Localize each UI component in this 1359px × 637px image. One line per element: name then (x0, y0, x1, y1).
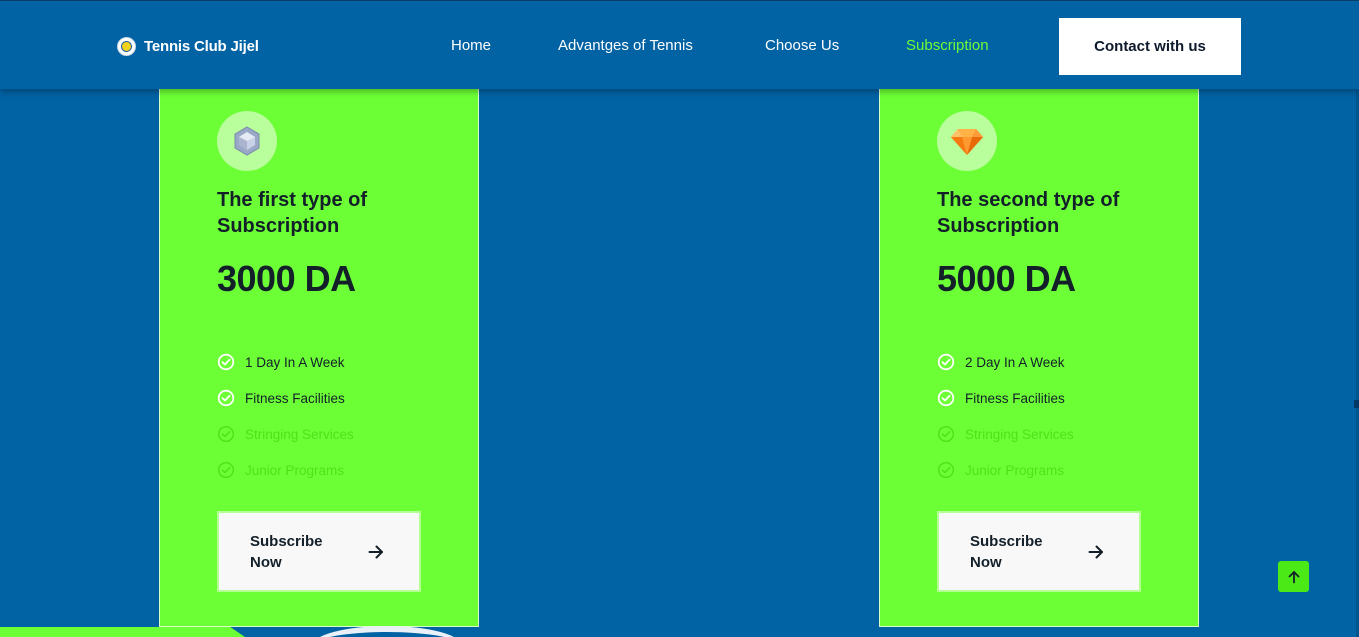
check-circle-icon (217, 389, 235, 407)
scroll-to-top-button[interactable] (1278, 561, 1309, 592)
check-circle-icon (217, 461, 235, 479)
nav-advantages[interactable]: Advantges of Tennis (558, 37, 693, 54)
plan-title: The first type of Subscription (217, 189, 368, 237)
subscribe-label: Subscribe Now (250, 532, 323, 571)
scrollbar-thumb[interactable] (1354, 400, 1359, 408)
check-circle-icon (217, 425, 235, 443)
check-circle-icon (937, 353, 955, 371)
site-header: Tennis Club Jijel Home Advantges of Tenn… (0, 0, 1359, 89)
feature-item-disabled: Stringing Services (937, 416, 1074, 452)
feature-item: Fitness Facilities (217, 380, 354, 416)
feature-label: 2 Day In A Week (965, 354, 1065, 370)
feature-item: 1 Day In A Week (217, 344, 354, 380)
arrow-right-icon (367, 543, 385, 561)
orange-diamond-icon (937, 111, 997, 171)
check-circle-icon (217, 353, 235, 371)
check-circle-icon (937, 461, 955, 479)
plan-title: The second type of Subscription (937, 189, 1120, 237)
feature-item-disabled: Junior Programs (937, 452, 1074, 488)
subscribe-button[interactable]: Subscribe Now (937, 511, 1141, 592)
feature-item: Fitness Facilities (937, 380, 1074, 416)
contact-button[interactable]: Contact with us (1059, 18, 1241, 75)
plan-card-first: The first type of Subscription 3000 DA 1… (159, 80, 479, 627)
plan-price: 3000 DA (217, 258, 356, 299)
arrow-right-icon (1087, 543, 1105, 561)
check-circle-icon (937, 425, 955, 443)
decorative-arc (312, 626, 462, 637)
plan-card-second: The second type of Subscription 5000 DA … (879, 80, 1199, 627)
check-circle-icon (937, 389, 955, 407)
silver-gem-icon (217, 111, 277, 171)
feature-item-disabled: Junior Programs (217, 452, 354, 488)
feature-item-disabled: Stringing Services (217, 416, 354, 452)
feature-label: Fitness Facilities (245, 390, 345, 406)
feature-label: Junior Programs (245, 462, 345, 478)
nav-choose-us[interactable]: Choose Us (765, 37, 839, 54)
feature-list: 2 Day In A Week Fitness Facilities Strin… (937, 344, 1074, 488)
feature-list: 1 Day In A Week Fitness Facilities Strin… (217, 344, 354, 488)
feature-label: Junior Programs (965, 462, 1065, 478)
nav-home[interactable]: Home (451, 37, 491, 54)
feature-label: Stringing Services (965, 426, 1074, 442)
nav-subscription[interactable]: Subscription (906, 37, 989, 54)
arrow-up-icon (1287, 570, 1301, 584)
feature-label: Stringing Services (245, 426, 354, 442)
decorative-green-band (0, 627, 245, 637)
plan-price: 5000 DA (937, 258, 1076, 299)
feature-item: 2 Day In A Week (937, 344, 1074, 380)
subscribe-label: Subscribe Now (970, 532, 1043, 571)
feature-label: Fitness Facilities (965, 390, 1065, 406)
feature-label: 1 Day In A Week (245, 354, 345, 370)
subscribe-button[interactable]: Subscribe Now (217, 511, 421, 592)
